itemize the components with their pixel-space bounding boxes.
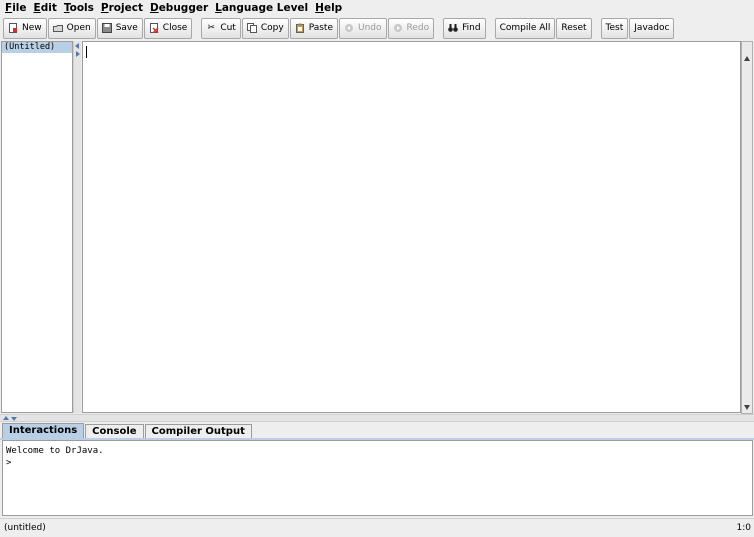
menu-file-label: ile: [12, 2, 27, 14]
toolbar: New Open Save Close ✂ Cut Copy Paste Und…: [0, 16, 754, 40]
find-button-label: Find: [462, 23, 481, 33]
menu-file[interactable]: File: [3, 0, 32, 16]
javadoc-button-label: Javadoc: [634, 23, 670, 33]
document-list-item[interactable]: (Untitled): [2, 42, 72, 53]
compile-all-button-label: Compile All: [499, 23, 551, 33]
text-caret: [86, 46, 87, 58]
tab-console[interactable]: Console: [85, 424, 144, 439]
scissors-icon: ✂: [207, 23, 216, 33]
expand-right-icon[interactable]: [76, 51, 80, 57]
undo-button-label: Undo: [357, 23, 382, 33]
open-button-label: Open: [66, 23, 91, 33]
new-button[interactable]: New: [3, 17, 47, 39]
interactions-prompt: >: [6, 458, 12, 468]
horizontal-splitter[interactable]: [0, 414, 754, 422]
binoculars-icon: [448, 23, 458, 33]
menu-edit-mnemonic: E: [33, 2, 41, 14]
collapse-up-icon[interactable]: [3, 416, 9, 420]
copy-button[interactable]: Copy: [241, 17, 289, 39]
save-button[interactable]: Save: [96, 17, 143, 39]
new-button-label: New: [22, 23, 42, 33]
scroll-down-icon[interactable]: [744, 405, 750, 410]
interactions-pane[interactable]: Welcome to DrJava. >: [2, 440, 753, 516]
tab-interactions[interactable]: Interactions: [2, 423, 85, 439]
menu-help-label: elp: [323, 2, 343, 14]
menu-project[interactable]: Project: [99, 0, 148, 16]
status-cursor-position: 1:0: [736, 523, 751, 533]
cut-button-label: Cut: [220, 23, 236, 33]
collapse-down-icon[interactable]: [11, 417, 17, 421]
menu-debugger-mnemonic: D: [149, 2, 159, 14]
undo-button[interactable]: Undo: [338, 17, 387, 39]
clipboard-icon: [295, 23, 305, 33]
menu-help[interactable]: Help: [313, 0, 347, 16]
new-file-icon: [8, 23, 18, 33]
scroll-up-icon[interactable]: [744, 56, 750, 61]
paste-button[interactable]: Paste: [289, 17, 338, 39]
menu-debugger[interactable]: Debugger: [148, 0, 213, 16]
test-button-label: Test: [605, 23, 624, 33]
menu-edit-label: dit: [40, 2, 57, 14]
menu-language-level-mnemonic: L: [215, 2, 222, 14]
menu-tools-label: ools: [69, 2, 94, 14]
close-button[interactable]: Close: [143, 17, 193, 39]
reset-button[interactable]: Reset: [556, 17, 592, 39]
menu-bar: File Edit Tools Project Debugger Languag…: [0, 0, 754, 16]
code-editor[interactable]: [82, 41, 741, 413]
open-folder-icon: [52, 23, 63, 33]
vertical-splitter[interactable]: [73, 41, 81, 413]
bottom-tab-bar: Interactions Console Compiler Output: [2, 423, 253, 439]
cut-button[interactable]: ✂ Cut: [201, 17, 241, 39]
paste-button-label: Paste: [308, 23, 333, 33]
copy-icon: [246, 23, 257, 33]
copy-button-label: Copy: [260, 23, 284, 33]
save-disk-icon: [101, 23, 112, 33]
status-bar: (untitled) 1:0: [0, 518, 754, 537]
welcome-message: Welcome to DrJava.: [6, 446, 104, 456]
reset-button-label: Reset: [561, 23, 587, 33]
close-button-label: Close: [162, 23, 188, 33]
undo-icon: [344, 23, 354, 33]
menu-tools[interactable]: Tools: [62, 0, 99, 16]
close-file-icon: [149, 23, 159, 33]
menu-help-mnemonic: H: [315, 2, 324, 14]
document-list: (Untitled): [1, 41, 73, 413]
redo-icon: [393, 23, 403, 33]
test-button[interactable]: Test: [600, 17, 629, 39]
redo-button[interactable]: Redo: [387, 17, 435, 39]
find-button[interactable]: Find: [443, 17, 486, 39]
javadoc-button[interactable]: Javadoc: [629, 17, 675, 39]
status-file-name: (untitled): [4, 523, 46, 533]
editor-vertical-scrollbar[interactable]: [741, 41, 753, 414]
save-button-label: Save: [115, 23, 138, 33]
redo-button-label: Redo: [406, 23, 430, 33]
collapse-left-icon[interactable]: [75, 43, 79, 49]
menu-language-level-label: anguage Level: [221, 2, 309, 14]
compile-all-button[interactable]: Compile All: [494, 17, 556, 39]
menu-project-label: roject: [108, 2, 143, 14]
tab-compiler-output[interactable]: Compiler Output: [144, 424, 252, 439]
menu-project-mnemonic: P: [100, 2, 109, 14]
open-button[interactable]: Open: [47, 17, 96, 39]
menu-debugger-label: ebugger: [158, 2, 209, 14]
menu-edit[interactable]: Edit: [32, 0, 62, 16]
menu-language-level[interactable]: Language Level: [213, 0, 313, 16]
